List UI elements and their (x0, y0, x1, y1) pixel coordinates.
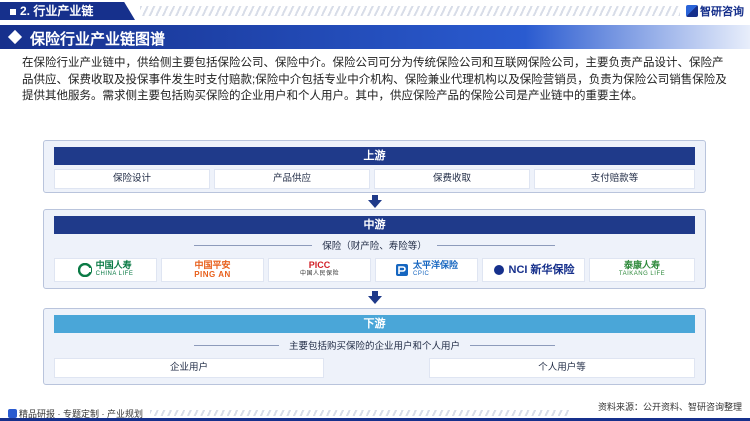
brand-name: 智研咨询 (700, 6, 744, 18)
downstream-subtitle: 主要包括购买保险的企业用户和个人用户 (44, 338, 705, 352)
logo-sub: PING AN (194, 270, 231, 279)
upstream-heading: 上游 (54, 147, 695, 165)
page-title: 保险行业产业链图谱 (30, 31, 166, 48)
down-arrow-icon (368, 200, 382, 208)
midstream-subtitle-text: 保险（财产险、寿险等） (312, 241, 437, 252)
title-banner: 保险行业产业链图谱 (0, 25, 750, 49)
midstream-heading: 中游 (54, 216, 695, 234)
midstream-subtitle: 保险（财产险、寿险等） (44, 238, 705, 252)
downstream-item: 企业用户 (54, 358, 324, 378)
midstream-panel: 中游 保险（财产险、寿险等） 中国人寿 CHINA LIFE 中国平安 PING A… (43, 209, 706, 289)
china-life-logo: 中国人寿 CHINA LIFE (54, 258, 157, 282)
upstream-item: 支付赔款等 (534, 169, 695, 189)
logo-sub: CPIC (412, 271, 430, 277)
upstream-item: 保险设计 (54, 169, 210, 189)
logo-text: PICC 中国人民保险 (300, 261, 339, 279)
logo-text: 太平洋保险 CPIC (413, 261, 458, 279)
section-tag: 2. 行业产业链 (0, 2, 135, 20)
upstream-panel: 上游 保险设计 产品供应 保费收取 支付赔款等 (43, 140, 706, 193)
logo-name: 泰康人寿 (623, 260, 660, 270)
top-header: 2. 行业产业链 智研咨询 (0, 0, 750, 22)
logo-name: 中国平安 (194, 260, 231, 270)
diamond-icon (7, 29, 23, 45)
logo-name: 中国人寿 (95, 260, 132, 270)
brand-logo: 智研咨询 (686, 3, 744, 19)
cpic-icon (395, 264, 408, 276)
logo-text: NCI 新华保险 (508, 263, 575, 276)
logo-name: NCI 新华保险 (508, 263, 575, 276)
logo-sub: CHINA LIFE (95, 271, 134, 277)
china-life-icon (77, 263, 92, 277)
intro-paragraph: 在保险行业产业链中，供给侧主要包括保险公司、保险中介。保险公司可分为传统保险公司… (22, 57, 727, 103)
source-note: 资料来源：公开资料、智研咨询整理 (597, 402, 742, 412)
logo-sub: 中国人民保险 (299, 271, 339, 277)
down-arrow-icon (368, 296, 382, 304)
cpic-logo: 太平洋保险 CPIC (375, 258, 478, 282)
decorative-stripes (150, 410, 570, 416)
logo-name: 太平洋保险 (412, 260, 458, 270)
section-tag-label: 2. 行业产业链 (20, 4, 94, 18)
ping-an-logo: 中国平安 PING AN (161, 258, 264, 282)
upstream-item: 保费收取 (374, 169, 530, 189)
flow-arrow-stem (372, 291, 378, 296)
logo-sub: TAIKANG LIFE (618, 271, 666, 277)
logo-name: PICC (308, 260, 331, 270)
taikang-logo: 泰康人寿 TAIKANG LIFE (589, 258, 695, 282)
nci-icon (493, 265, 504, 275)
picc-logo: PICC 中国人民保险 (268, 258, 371, 282)
nci-logo: NCI 新华保险 (482, 258, 585, 282)
brand-small-icon (8, 409, 17, 418)
upstream-item: 产品供应 (214, 169, 370, 189)
downstream-item: 个人用户等 (429, 358, 695, 378)
downstream-subtitle-text: 主要包括购买保险的企业用户和个人用户 (278, 341, 470, 352)
downstream-heading: 下游 (54, 315, 695, 333)
flow-arrow-stem (372, 195, 378, 200)
logo-text: 泰康人寿 TAIKANG LIFE (619, 261, 665, 279)
brand-icon (686, 5, 698, 17)
decorative-stripes (140, 6, 680, 16)
logo-text: 中国平安 PING AN (194, 260, 231, 280)
logo-text: 中国人寿 CHINA LIFE (96, 261, 134, 279)
downstream-panel: 下游 主要包括购买保险的企业用户和个人用户 企业用户 个人用户等 (43, 308, 706, 385)
